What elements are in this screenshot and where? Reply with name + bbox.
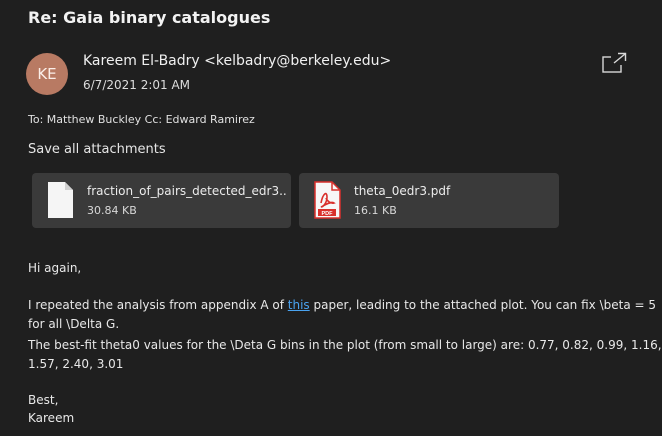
avatar-initials: KE: [37, 65, 57, 83]
attachment-size: 30.84 KB: [87, 204, 137, 217]
body-text-segment: I repeated the analysis from appendix A …: [28, 298, 288, 312]
save-all-attachments-link[interactable]: Save all attachments: [28, 142, 166, 157]
recipients-line: To: Matthew Buckley Cc: Edward Ramirez: [28, 113, 255, 126]
signature: Kareem: [28, 411, 75, 425]
body-paragraph-1-line-1: I repeated the analysis from appendix A …: [28, 296, 656, 315]
body-text-segment: paper, leading to the attached plot. You…: [309, 298, 657, 312]
greeting: Hi again,: [28, 261, 82, 275]
pdf-icon: PDF: [314, 181, 341, 219]
popout-window-icon[interactable]: [601, 51, 629, 75]
sender-name[interactable]: Kareem El-Badry <kelbadry@berkeley.edu>: [83, 53, 391, 69]
attachment-name: fraction_of_pairs_detected_edr3....: [87, 184, 287, 198]
file-icon: [48, 182, 73, 218]
attachment-card-1[interactable]: fraction_of_pairs_detected_edr3.... 30.8…: [32, 173, 291, 228]
svg-text:PDF: PDF: [322, 211, 334, 217]
paper-link[interactable]: this: [288, 298, 310, 312]
sent-date: 6/7/2021 2:01 AM: [83, 78, 191, 92]
attachment-name: theta_0edr3.pdf: [354, 184, 451, 198]
email-subject: Re: Gaia binary catalogues: [28, 8, 271, 27]
attachment-size: 16.1 KB: [354, 204, 397, 217]
body-paragraph-2-line-1: The best-fit theta0 values for the \Deta…: [28, 338, 662, 352]
body-paragraph-2-line-2: 1.57, 2.40, 3.01: [28, 357, 124, 371]
attachment-card-2[interactable]: PDF theta_0edr3.pdf 16.1 KB: [299, 173, 559, 228]
sender-avatar[interactable]: KE: [26, 53, 68, 95]
body-paragraph-1-line-2: for all \Delta G.: [28, 317, 120, 331]
closing: Best,: [28, 393, 59, 407]
